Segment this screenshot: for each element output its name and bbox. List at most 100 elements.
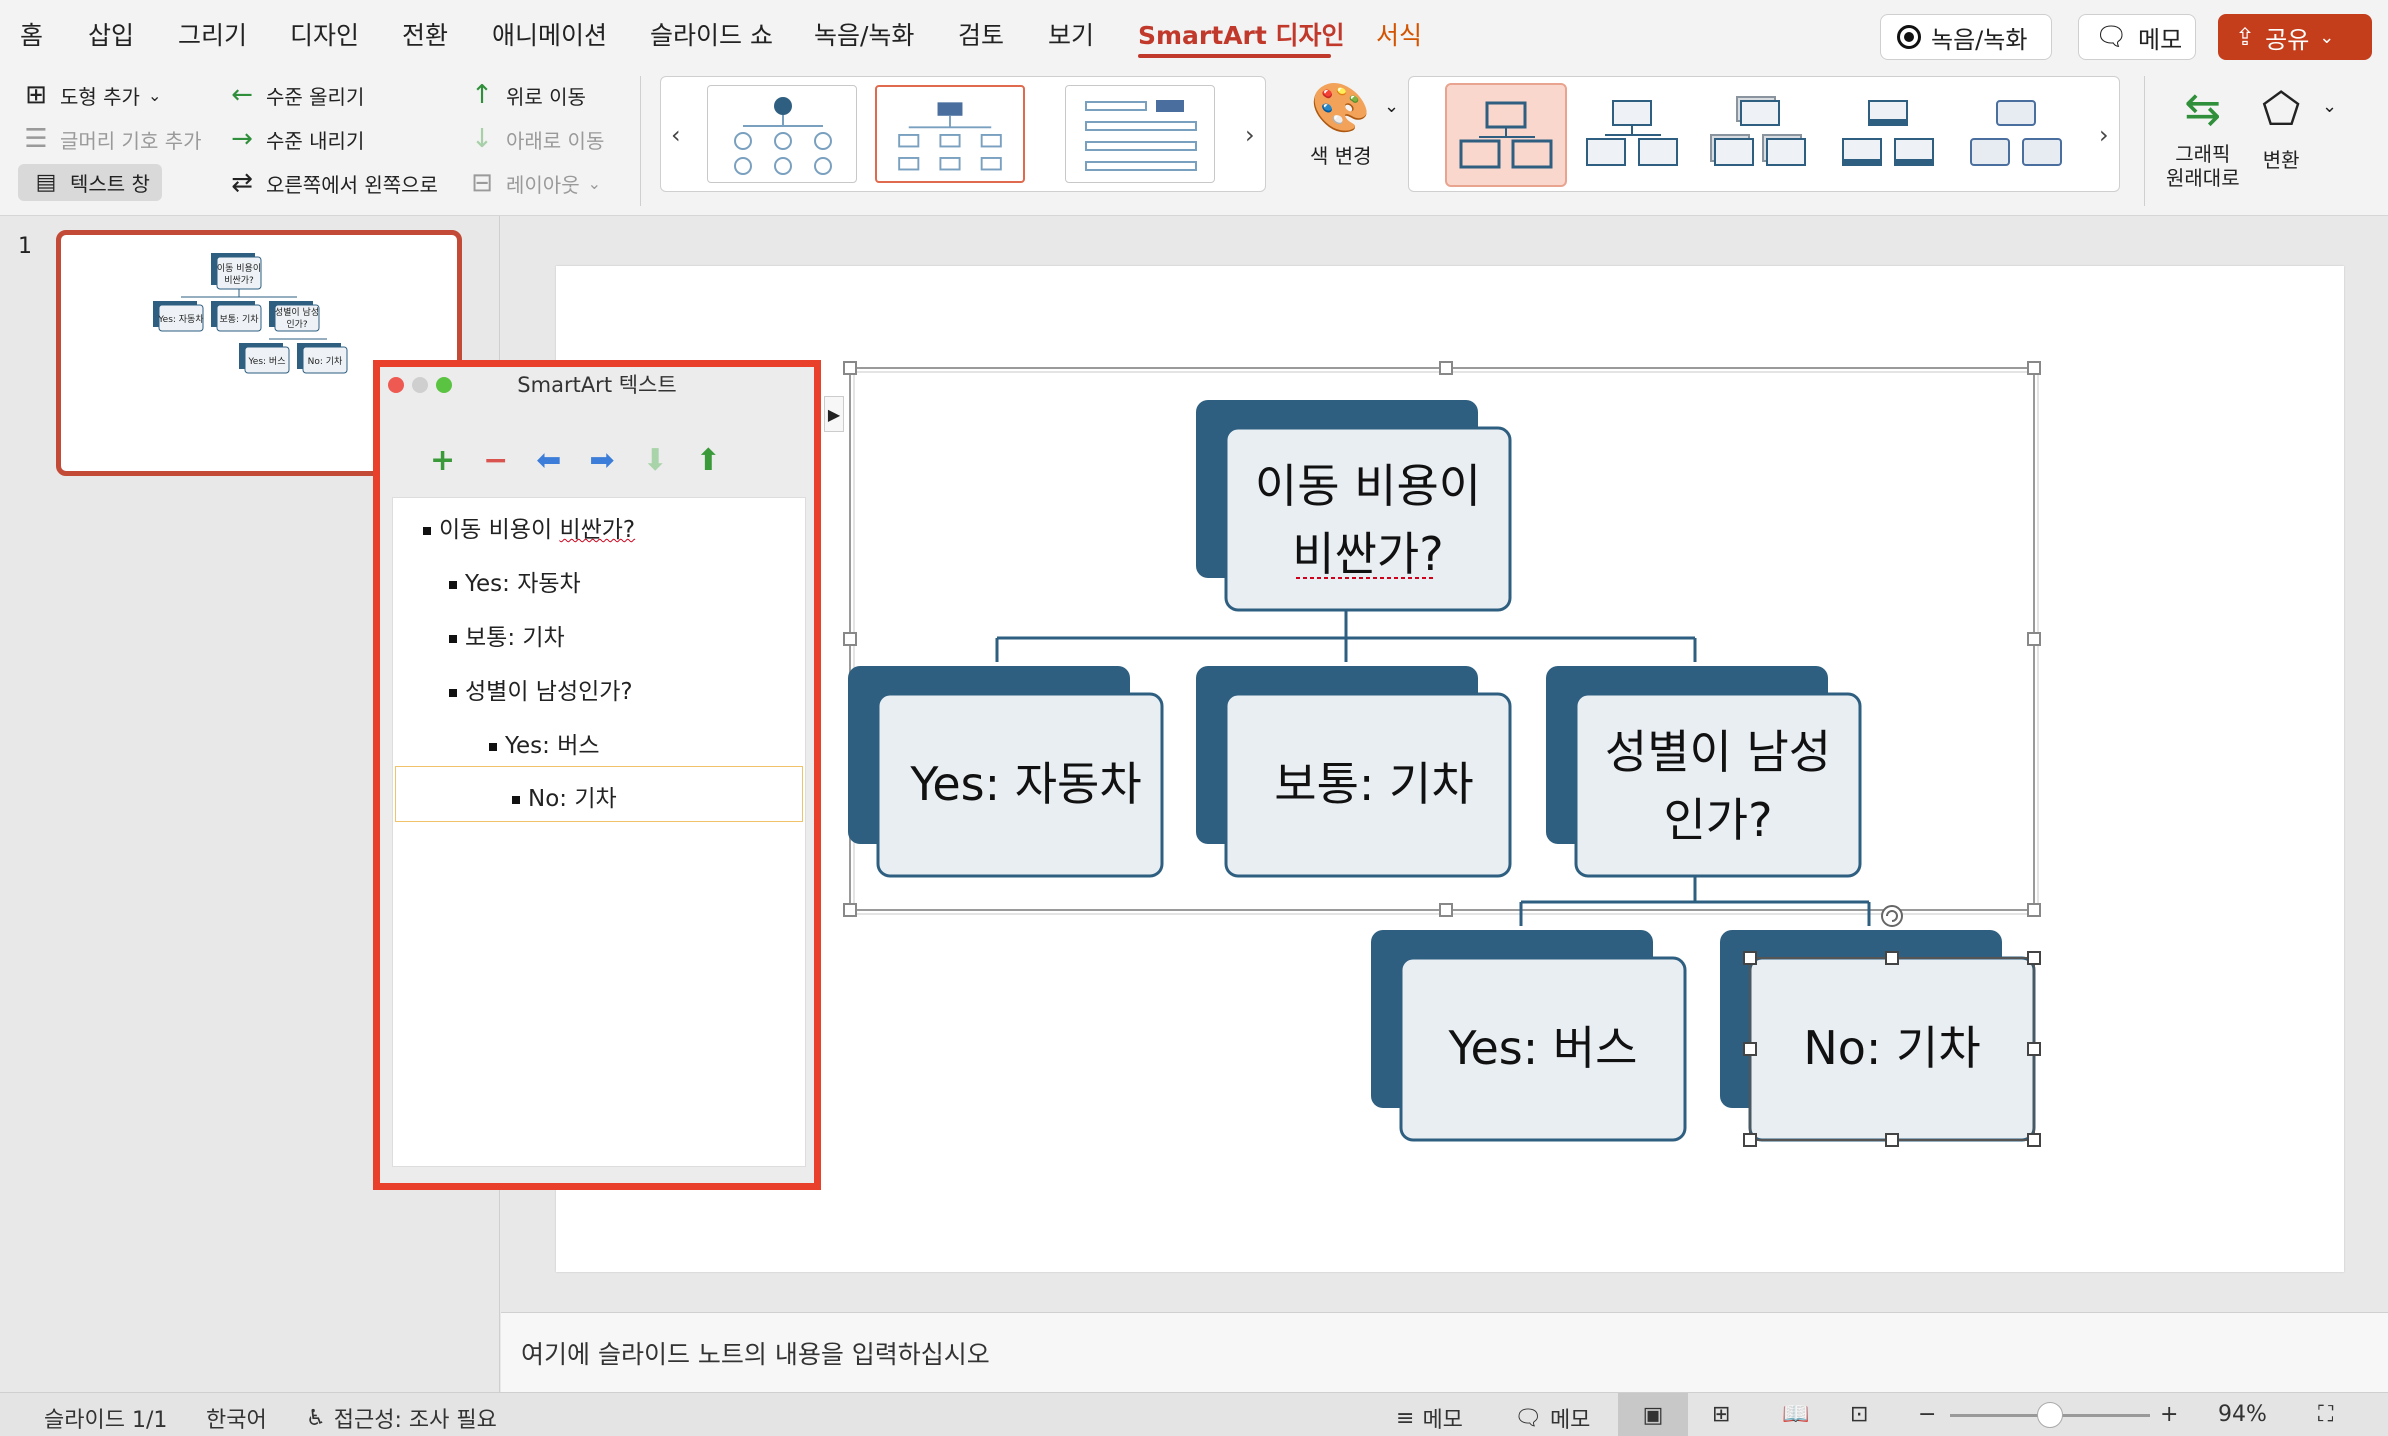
- tab-slideshow[interactable]: 슬라이드 쇼: [650, 16, 773, 52]
- add-item-icon[interactable]: +: [430, 443, 455, 478]
- style-option-2[interactable]: [1573, 83, 1695, 187]
- reset-graphic-button[interactable]: ⇆ 그래픽 원래대로: [2166, 80, 2240, 190]
- add-bullet-label: 글머리 기호 추가: [60, 128, 202, 153]
- node-grandchild-1-label: Yes: 버스: [1447, 1021, 1637, 1075]
- layout-button[interactable]: ⊟ 레이아웃 ⌄: [466, 168, 601, 198]
- tab-format[interactable]: 서식: [1376, 16, 1422, 52]
- promote-button[interactable]: ← 수준 올리기: [226, 80, 364, 110]
- tab-review[interactable]: 검토: [958, 16, 1004, 52]
- slide-sorter-icon[interactable]: ⊞: [1712, 1402, 1730, 1427]
- ribbon-separator: [2144, 76, 2145, 206]
- text-item-selected[interactable]: No: 기차: [395, 766, 803, 822]
- style-option-5[interactable]: [1957, 83, 2079, 187]
- smartart-text-pane: SmartArt 텍스트 + − ⬅ ➡ ⬇ ⬆ 이동 비용이 비싼가? Yes…: [373, 360, 821, 1190]
- move-up-button[interactable]: ↑ 위로 이동: [466, 80, 586, 110]
- accessibility-button[interactable]: ♿ 접근성: 조사 필요: [306, 1402, 497, 1434]
- tab-insert[interactable]: 삽입: [88, 16, 134, 52]
- style-preview-icon: [1710, 96, 1806, 166]
- demote-arrow-icon[interactable]: ➡: [589, 443, 614, 478]
- notes-placeholder: 여기에 슬라이드 노트의 내용을 입력하십시오: [521, 1340, 990, 1369]
- node-grandchild-2-label: No: 기차: [1803, 1021, 1980, 1075]
- text-item[interactable]: Yes: 버스: [489, 726, 600, 760]
- text-pane-icon: ▤: [35, 170, 57, 195]
- slideshow-icon[interactable]: ⊡: [1850, 1402, 1868, 1427]
- tab-smartart-design[interactable]: SmartArt 디자인: [1138, 16, 1345, 52]
- normal-view-icon[interactable]: ▣: [1618, 1393, 1688, 1436]
- rotate-handle-icon[interactable]: [1881, 905, 1903, 927]
- zoom-out-icon[interactable]: −: [1918, 1402, 1936, 1427]
- zoom-in-icon[interactable]: +: [2160, 1402, 2178, 1427]
- demote-button[interactable]: → 수준 내리기: [226, 124, 364, 154]
- right-to-left-button[interactable]: ⇄ 오른쪽에서 왼쪽으로: [226, 168, 438, 198]
- reading-view-icon[interactable]: 📖: [1782, 1402, 1809, 1427]
- gallery-next-icon[interactable]: ›: [2099, 121, 2109, 149]
- zoom-slider[interactable]: [1950, 1402, 2150, 1428]
- node-root[interactable]: 이동 비용이 비싼가?: [1196, 400, 1512, 612]
- chevron-down-icon[interactable]: ⌄: [1384, 96, 1399, 117]
- comment-button[interactable]: 🗨 메모: [2078, 14, 2196, 60]
- text-item-label: 성별이 남성인가?: [465, 679, 633, 705]
- style-option-1[interactable]: [1445, 83, 1567, 187]
- tab-view[interactable]: 보기: [1048, 16, 1094, 52]
- gallery-prev-icon[interactable]: ‹: [671, 121, 681, 149]
- accessibility-icon: ♿: [306, 1405, 326, 1431]
- zoom-slider-knob[interactable]: [2037, 1402, 2063, 1428]
- status-bar: 슬라이드 1/1 한국어 ♿ 접근성: 조사 필요 ≡ 메모 🗨 메모 ▣ ⊞ …: [0, 1392, 2388, 1436]
- add-bullet-button[interactable]: ☰ 글머리 기호 추가: [20, 124, 202, 154]
- change-colors-button[interactable]: 🎨 색 변경: [1310, 80, 1372, 169]
- tab-animations[interactable]: 애니메이션: [492, 16, 607, 52]
- node-grandchild-1[interactable]: Yes: 버스: [1371, 930, 1687, 1142]
- tab-design[interactable]: 디자인: [290, 16, 359, 52]
- text-pane-button[interactable]: ▤ 텍스트 창: [18, 164, 162, 201]
- share-button[interactable]: ⇪ 공유 ⌄: [2218, 14, 2372, 60]
- tab-transitions[interactable]: 전환: [402, 16, 448, 52]
- convert-button[interactable]: ⬠ 변환: [2262, 80, 2300, 173]
- layout-option-1[interactable]: [707, 85, 857, 183]
- tab-draw[interactable]: 그리기: [178, 16, 247, 52]
- style-option-4[interactable]: [1829, 83, 1951, 187]
- comments-toggle[interactable]: 🗨 메모: [1514, 1402, 1590, 1434]
- style-option-3[interactable]: [1701, 83, 1823, 187]
- text-item[interactable]: 성별이 남성인가?: [449, 672, 633, 706]
- active-tab-indicator: [1138, 54, 1331, 58]
- smartart-text-list: 이동 비용이 비싼가? Yes: 자동차 보통: 기차 성별이 남성인가? Ye…: [392, 497, 806, 1167]
- thumb-root-line1: 이동 비용이: [217, 263, 261, 274]
- chevron-down-icon[interactable]: ⌄: [2322, 96, 2337, 117]
- slide-counter: 슬라이드 1/1: [44, 1408, 168, 1433]
- text-pane-toggle[interactable]: ▶: [824, 396, 844, 432]
- text-item[interactable]: 보통: 기차: [449, 618, 565, 652]
- add-shape-button[interactable]: ⊞ 도형 추가 ⌄: [20, 80, 161, 110]
- promote-arrow-icon[interactable]: ⬅: [536, 443, 561, 478]
- move-down-arrow-icon[interactable]: ⬇: [643, 443, 668, 478]
- notes-pane[interactable]: 여기에 슬라이드 노트의 내용을 입력하십시오: [501, 1312, 2388, 1392]
- record-button[interactable]: 녹음/녹화: [1880, 14, 2052, 60]
- layout-option-3[interactable]: [1065, 85, 1215, 183]
- language-indicator[interactable]: 한국어: [206, 1402, 267, 1434]
- arrow-right-icon: →: [231, 124, 253, 154]
- text-item-label: Yes: 버스: [505, 733, 600, 759]
- change-colors-label: 색 변경: [1310, 144, 1372, 168]
- move-up-arrow-icon[interactable]: ⬆: [696, 443, 721, 478]
- tab-home[interactable]: 홈: [20, 16, 43, 52]
- arrow-up-icon: ↑: [471, 80, 493, 110]
- node-child-1[interactable]: Yes: 자동차: [848, 666, 1164, 878]
- node-child-2[interactable]: 보통: 기차: [1196, 666, 1512, 878]
- gallery-next-icon[interactable]: ›: [1245, 121, 1255, 149]
- text-item[interactable]: Yes: 자동차: [449, 564, 581, 598]
- spelling-underline: 비싼가?: [559, 517, 636, 543]
- layout-gallery: ‹ ›: [660, 76, 1266, 192]
- tab-record[interactable]: 녹음/녹화: [814, 16, 914, 52]
- notes-toggle[interactable]: ≡ 메모: [1396, 1402, 1463, 1434]
- zoom-level[interactable]: 94%: [2218, 1402, 2267, 1427]
- move-up-label: 위로 이동: [506, 84, 586, 109]
- fit-to-window-icon[interactable]: ⛶: [2318, 1402, 2333, 1427]
- demote-label: 수준 내리기: [266, 128, 365, 153]
- layout-option-2[interactable]: [875, 85, 1025, 183]
- text-item-root[interactable]: 이동 비용이 비싼가?: [423, 510, 635, 544]
- remove-item-icon[interactable]: −: [483, 443, 508, 478]
- thumb-child1: Yes: 자동차: [157, 313, 204, 325]
- thumb-root-line2: 비싼가?: [224, 275, 254, 286]
- move-down-button[interactable]: ↓ 아래로 이동: [466, 124, 604, 154]
- node-child-3[interactable]: 성별이 남성 인가?: [1546, 666, 1862, 878]
- node-grandchild-2[interactable]: No: 기차: [1720, 930, 2036, 1142]
